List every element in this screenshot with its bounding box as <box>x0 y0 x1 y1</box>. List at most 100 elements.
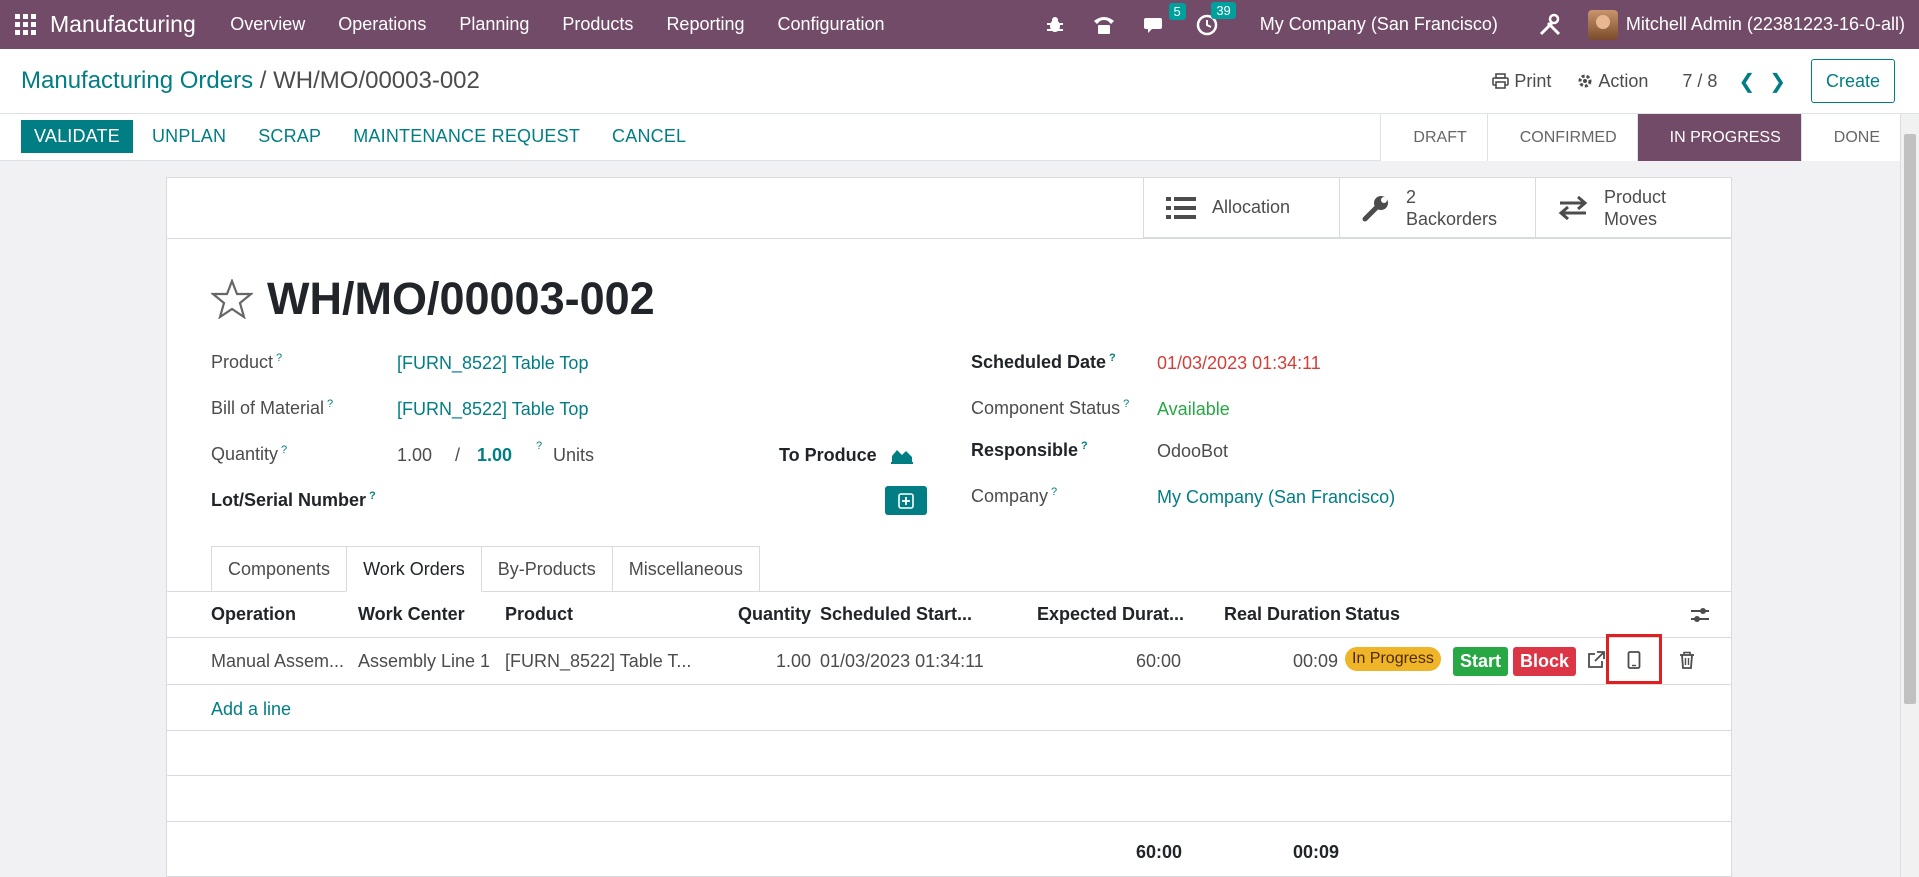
tab-components[interactable]: Components <box>211 546 348 592</box>
col-work-center[interactable]: Work Center <box>358 604 465 625</box>
stage-confirmed: CONFIRMED <box>1486 114 1637 161</box>
action-buttons: VALIDATE UNPLAN SCRAP MAINTENANCE REQUES… <box>21 120 705 153</box>
product-moves-button[interactable]: Product Moves <box>1535 178 1731 238</box>
col-scheduled-start[interactable]: Scheduled Start... <box>820 604 972 625</box>
cell-expected-duration[interactable]: 60:00 <box>1136 651 1181 672</box>
product-moves-label-2: Moves <box>1604 208 1658 229</box>
bug-icon[interactable] <box>1046 16 1064 34</box>
menu-planning[interactable]: Planning <box>443 0 546 49</box>
external-link-icon[interactable] <box>1587 651 1605 669</box>
responsible-field[interactable]: OdooBot <box>1157 441 1228 462</box>
breadcrumb-manufacturing-orders[interactable]: Manufacturing Orders <box>21 67 253 94</box>
quantity-uom: Units <box>553 445 595 465</box>
scrollbar-thumb[interactable] <box>1904 134 1916 704</box>
start-button[interactable]: Start <box>1453 647 1509 676</box>
menu-reporting[interactable]: Reporting <box>650 0 761 49</box>
activity-clock-icon[interactable]: 39 <box>1196 1 1236 36</box>
stage-draft: DRAFT <box>1380 114 1487 161</box>
scrap-button[interactable]: SCRAP <box>245 120 334 153</box>
quantity-tooltip: ? <box>536 440 543 452</box>
stage-done: DONE <box>1800 114 1900 161</box>
activities-badge: 39 <box>1211 1 1236 19</box>
user-menu[interactable]: Mitchell Admin (22381223-16-0-all) <box>1626 14 1905 35</box>
control-panel-actions: Print Action 7 / 8 ❮ ❯ Create <box>1492 59 1919 103</box>
col-operation[interactable]: Operation <box>211 604 296 625</box>
area-chart-icon[interactable] <box>891 446 913 464</box>
product-moves-label-1: Product <box>1604 186 1667 207</box>
company-field[interactable]: My Company (San Francisco) <box>1157 487 1395 508</box>
action-button[interactable]: Action <box>1577 71 1648 92</box>
cell-quantity[interactable]: 1.00 <box>776 651 811 672</box>
cell-real-duration[interactable]: 00:09 <box>1293 651 1338 672</box>
col-quantity[interactable]: Quantity <box>738 604 811 625</box>
create-button[interactable]: Create <box>1810 59 1895 103</box>
allocation-label: Allocation <box>1212 197 1291 217</box>
tab-miscellaneous[interactable]: Miscellaneous <box>611 546 760 592</box>
scheduled-date-field[interactable]: 01/03/2023 01:34:11 <box>1157 353 1321 374</box>
table-row[interactable]: Manual Assem... Assembly Line 1 [FURN_85… <box>167 634 1731 685</box>
cell-product[interactable]: [FURN_8522] Table T... <box>505 651 691 672</box>
cell-scheduled-start[interactable]: 01/03/2023 01:34:11 <box>820 651 984 672</box>
menu-overview[interactable]: Overview <box>214 0 322 49</box>
record-title[interactable]: WH/MO/00003-002 <box>267 273 655 325</box>
apps-menu-icon[interactable] <box>0 0 50 49</box>
bom-field[interactable]: [FURN_8522] Table Top <box>397 399 588 420</box>
validate-button[interactable]: VALIDATE <box>21 120 133 153</box>
block-button[interactable]: Block <box>1513 647 1577 676</box>
backorders-button[interactable]: 2 Backorders <box>1339 178 1535 238</box>
top-navbar: Manufacturing Overview Operations Planni… <box>0 0 1919 49</box>
allocation-button[interactable]: Allocation <box>1143 178 1339 238</box>
total-real-duration: 00:09 <box>1293 842 1340 862</box>
chat-icon[interactable]: 5 <box>1143 2 1186 35</box>
backorders-count: 2 <box>1406 186 1417 207</box>
maintenance-request-button[interactable]: MAINTENANCE REQUEST <box>340 120 593 153</box>
quantity-to-produce-field[interactable]: 1.00 <box>477 445 512 466</box>
breadcrumb: Manufacturing Orders / WH/MO/00003-002 <box>21 67 480 95</box>
wrench-icon <box>1362 195 1388 221</box>
optional-columns-icon[interactable] <box>1690 606 1710 624</box>
add-a-line-link[interactable]: Add a line <box>211 699 291 720</box>
pager-next-icon[interactable]: ❯ <box>1769 69 1786 94</box>
stage-in-progress: IN PROGRESS <box>1636 114 1801 161</box>
menu-products[interactable]: Products <box>546 0 650 49</box>
star-icon[interactable] <box>211 279 253 319</box>
component-status-value: Available <box>1157 399 1230 419</box>
cell-work-center[interactable]: Assembly Line 1 <box>358 651 490 672</box>
phone-icon[interactable] <box>1092 15 1116 35</box>
col-status[interactable]: Status <box>1345 604 1400 625</box>
cancel-button[interactable]: CANCEL <box>599 120 699 153</box>
action-label: Action <box>1598 70 1649 91</box>
pager-previous-icon[interactable]: ❮ <box>1738 69 1755 94</box>
tab-by-products[interactable]: By-Products <box>480 546 613 592</box>
company-switcher[interactable]: My Company (San Francisco) <box>1260 14 1498 35</box>
exchange-icon <box>1558 195 1588 220</box>
main-menu: Overview Operations Planning Products Re… <box>214 0 901 49</box>
print-button[interactable]: Print <box>1492 71 1551 92</box>
to-produce-label: To Produce <box>779 445 877 465</box>
pager-value[interactable]: 7 / 8 <box>1682 71 1717 92</box>
company-label: Company? <box>971 486 1058 506</box>
product-field[interactable]: [FURN_8522] Table Top <box>397 353 588 374</box>
status-bar: VALIDATE UNPLAN SCRAP MAINTENANCE REQUES… <box>0 114 1900 161</box>
trash-icon[interactable] <box>1679 651 1695 669</box>
add-lot-button[interactable] <box>885 486 927 515</box>
highlight-annotation <box>1606 634 1662 684</box>
page-scrollbar[interactable] <box>1900 114 1919 877</box>
app-name[interactable]: Manufacturing <box>50 11 196 38</box>
breadcrumb-separator: / <box>259 67 267 94</box>
menu-configuration[interactable]: Configuration <box>761 0 901 49</box>
col-real-duration[interactable]: Real Duration <box>1224 604 1341 625</box>
unplan-button[interactable]: UNPLAN <box>139 120 239 153</box>
col-expected-duration[interactable]: Expected Durat... <box>1037 604 1184 625</box>
work-orders-table-header: Operation Work Center Product Quantity S… <box>167 592 1731 638</box>
plus-square-icon <box>898 492 914 509</box>
avatar[interactable] <box>1587 9 1618 40</box>
tab-work-orders[interactable]: Work Orders <box>346 546 482 592</box>
responsible-label: Responsible? <box>971 440 1088 460</box>
lot-serial-label: Lot/Serial Number? <box>211 490 376 510</box>
col-product[interactable]: Product <box>505 604 573 625</box>
cell-operation[interactable]: Manual Assem... <box>211 651 344 672</box>
menu-operations[interactable]: Operations <box>322 0 443 49</box>
messages-badge: 5 <box>1168 2 1186 20</box>
tools-icon[interactable] <box>1538 13 1562 37</box>
